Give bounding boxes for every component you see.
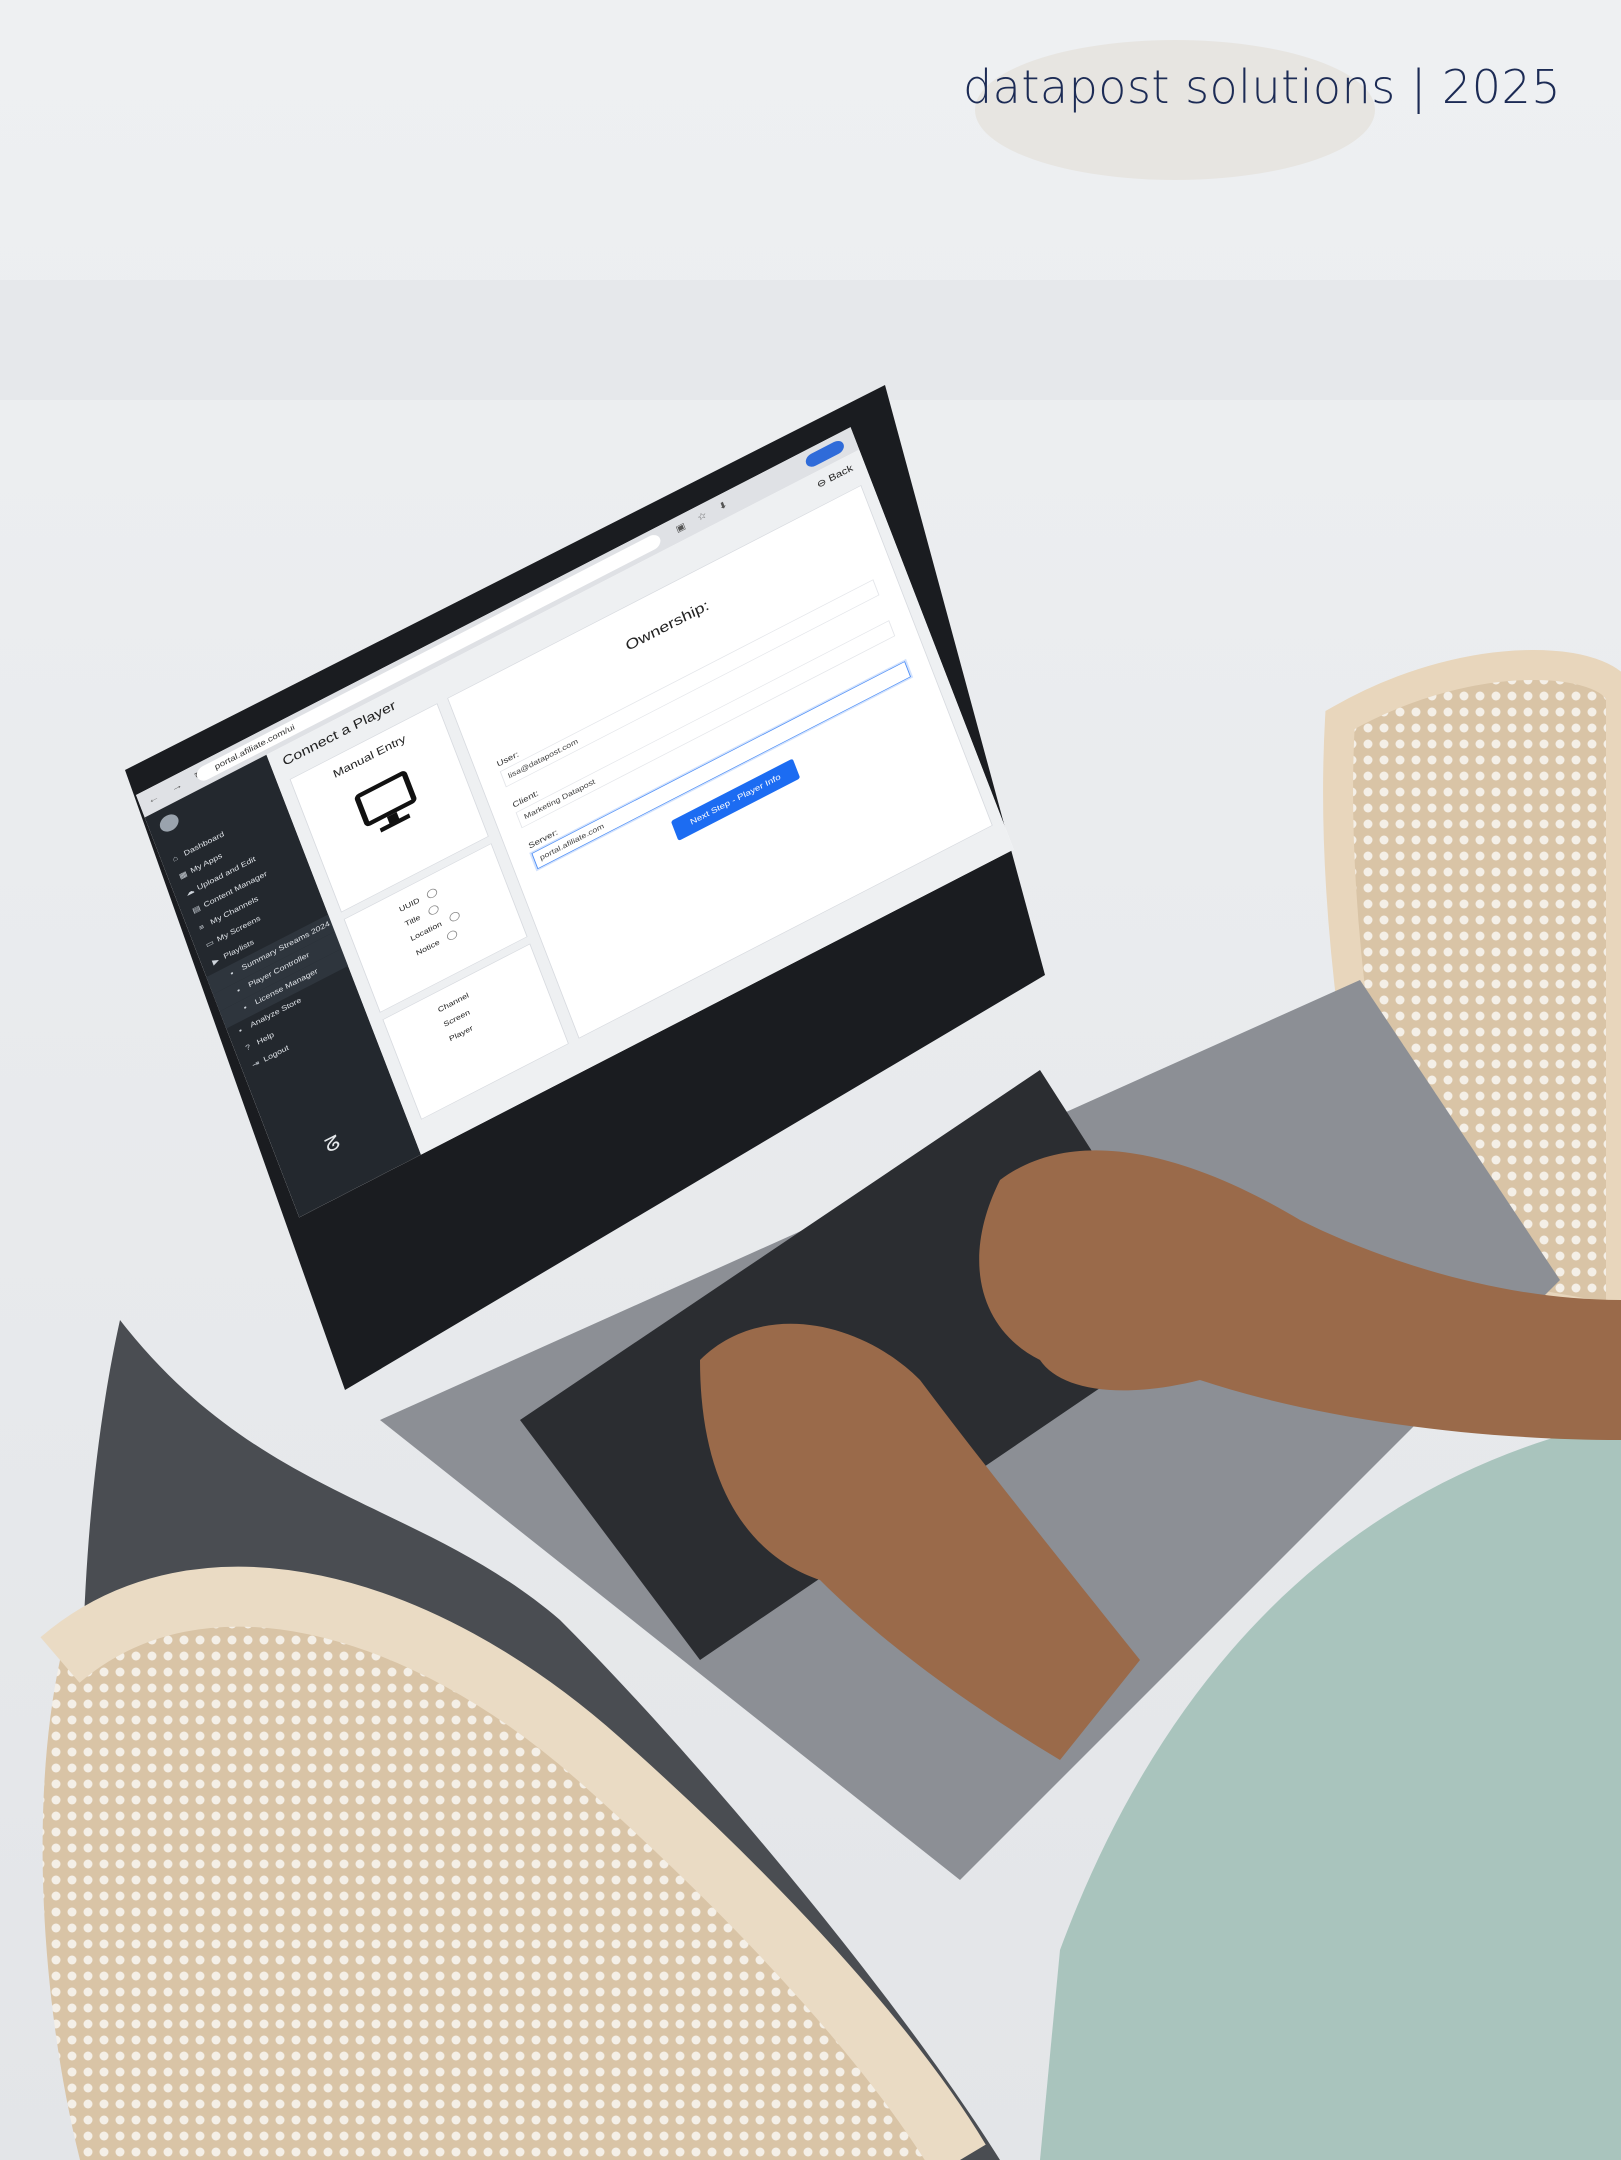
brand-caption: datapost solutions | 2025 <box>962 60 1561 114</box>
client-field[interactable]: Marketing Datapost <box>515 620 896 829</box>
info-icon[interactable] <box>426 887 439 900</box>
info-icon[interactable] <box>426 904 440 917</box>
info-icon[interactable] <box>448 910 461 924</box>
brand-logo-icon: ᘔ <box>321 1130 344 1158</box>
server-field[interactable]: portal.afiliate.com <box>531 661 912 870</box>
wall-ledge <box>0 280 1621 400</box>
avatar <box>157 811 181 835</box>
background-photo <box>0 0 1621 2160</box>
info-icon[interactable] <box>446 928 459 942</box>
sidebar-user[interactable] <box>157 809 185 835</box>
monitor-icon <box>353 769 418 828</box>
